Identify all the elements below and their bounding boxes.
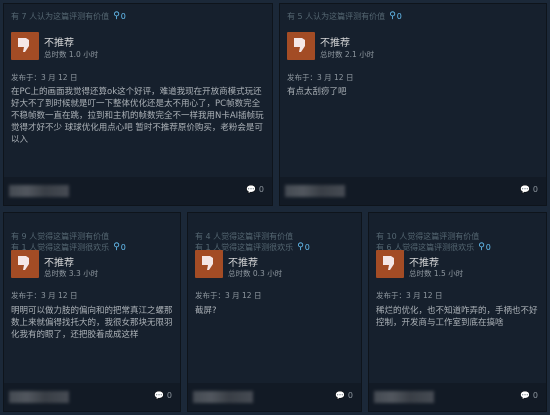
award-icon[interactable]: ⚲ — [113, 242, 120, 253]
thumbs-down-icon — [287, 32, 315, 60]
comments[interactable]: 💬 0 — [246, 185, 264, 194]
helpful-count: 有 10 人觉得这篇评测有价值 有 6 人觉得这篇评测很欢乐 ⚲0 — [376, 220, 491, 253]
comment-icon: 💬 — [154, 391, 165, 400]
thumbs-down-icon — [195, 250, 223, 278]
posted-date: 发布于：3 月 12 日 — [376, 291, 443, 300]
comment-count: 0 — [532, 185, 538, 194]
play-hours: 总时数 0.3 小时 — [228, 269, 283, 278]
comment-count: 0 — [532, 391, 538, 400]
review-card: 有 4 人觉得这篇评测有价值 有 1 人觉得这篇评测很欢乐 ⚲0 不推荐 总时数 … — [187, 212, 362, 412]
review-text: 截屏? — [195, 306, 217, 316]
review-card: 有 10 人觉得这篇评测有价值 有 6 人觉得这篇评测很欢乐 ⚲0 不推荐 总时数… — [368, 212, 547, 412]
posted-date: 发布于：3 月 12 日 — [11, 291, 78, 300]
award-icon[interactable]: ⚲ — [478, 242, 485, 253]
comments[interactable]: 💬 0 — [335, 391, 353, 400]
review-card: 有 5 人认为这篇评测有价值 ⚲0 不推荐 总时数 2.1 小时 发布于：3 月 … — [279, 3, 547, 206]
comment-icon: 💬 — [520, 391, 531, 400]
author-avatar[interactable] — [193, 391, 253, 403]
review-footer: 💬 0 — [188, 383, 361, 411]
comments[interactable]: 💬 0 — [520, 391, 538, 400]
award-icon[interactable]: ⚲ — [297, 242, 304, 253]
author-avatar[interactable] — [374, 391, 434, 403]
award-count: 0 — [304, 243, 310, 252]
review-card: 有 9 人觉得这篇评测有价值 有 1 人觉得这篇评测很欢乐 ⚲0 不推荐 总时数 … — [3, 212, 181, 412]
author-avatar[interactable] — [9, 391, 69, 403]
play-hours: 总时数 1.0 小时 — [44, 50, 99, 59]
review-text: 稀烂的优化，也不知道咋弄的，手柄也不好控制，开发商与工作室到底在搞啥 — [376, 306, 538, 328]
helpful-count: 有 5 人认为这篇评测有价值 ⚲0 — [287, 11, 402, 22]
award-count: 0 — [396, 12, 402, 21]
play-hours: 总时数 1.5 小时 — [409, 269, 464, 278]
helpful-text: 有 5 人认为这篇评测有价值 — [287, 12, 386, 21]
verdict: 不推荐 — [44, 38, 74, 49]
review-text: 明明可以做力肢的偏向和的把常真江之螺那数上来就偏得找托大的，我很女那块无限羽化我… — [11, 306, 173, 340]
award-count: 0 — [120, 12, 126, 21]
award-count: 0 — [485, 243, 491, 252]
helpful-text: 有 4 人觉得这篇评测有价值 有 1 人觉得这篇评测很欢乐 — [195, 232, 294, 252]
verdict: 不推荐 — [320, 38, 350, 49]
review-footer: 💬 0 — [369, 383, 546, 411]
author-avatar[interactable] — [9, 185, 69, 197]
verdict: 不推荐 — [409, 258, 439, 269]
thumbs-down-icon — [11, 32, 39, 60]
author-avatar[interactable] — [285, 185, 345, 197]
award-icon[interactable]: ⚲ — [389, 11, 396, 22]
verdict: 不推荐 — [228, 258, 258, 269]
review-footer: 💬 0 — [4, 177, 272, 205]
review-text: 在PC上的画面我觉得还算ok这个好评，难道我现在开放商模式玩还好大不了到时候就是… — [11, 87, 264, 145]
posted-date: 发布于：3 月 12 日 — [11, 73, 78, 82]
review-footer: 💬 0 — [4, 383, 180, 411]
comment-icon: 💬 — [335, 391, 346, 400]
posted-date: 发布于：3 月 12 日 — [195, 291, 262, 300]
comment-count: 0 — [347, 391, 353, 400]
helpful-count: 有 4 人觉得这篇评测有价值 有 1 人觉得这篇评测很欢乐 ⚲0 — [195, 220, 310, 253]
helpful-text: 有 9 人觉得这篇评测有价值 有 1 人觉得这篇评测很欢乐 — [11, 232, 110, 252]
comments[interactable]: 💬 0 — [520, 185, 538, 194]
comment-icon: 💬 — [520, 185, 531, 194]
posted-date: 发布于：3 月 12 日 — [287, 73, 354, 82]
review-footer: 💬 0 — [280, 177, 546, 205]
verdict: 不推荐 — [44, 258, 74, 269]
award-count: 0 — [120, 243, 126, 252]
comment-count: 0 — [166, 391, 172, 400]
helpful-count: 有 9 人觉得这篇评测有价值 有 1 人觉得这篇评测很欢乐 ⚲0 — [11, 220, 126, 253]
helpful-count: 有 7 人认为这篇评测有价值 ⚲0 — [11, 11, 126, 22]
review-text: 有点太刮痧了吧 — [287, 87, 347, 97]
helpful-text: 有 10 人觉得这篇评测有价值 有 6 人觉得这篇评测很欢乐 — [376, 232, 480, 252]
thumbs-down-icon — [11, 250, 39, 278]
helpful-text: 有 7 人认为这篇评测有价值 — [11, 12, 110, 21]
comment-icon: 💬 — [246, 185, 257, 194]
comments[interactable]: 💬 0 — [154, 391, 172, 400]
review-card: 有 7 人认为这篇评测有价值 ⚲0 不推荐 总时数 1.0 小时 发布于：3 月 … — [3, 3, 273, 206]
award-icon[interactable]: ⚲ — [113, 11, 120, 22]
play-hours: 总时数 3.3 小时 — [44, 269, 99, 278]
thumbs-down-icon — [376, 250, 404, 278]
comment-count: 0 — [258, 185, 264, 194]
play-hours: 总时数 2.1 小时 — [320, 50, 375, 59]
